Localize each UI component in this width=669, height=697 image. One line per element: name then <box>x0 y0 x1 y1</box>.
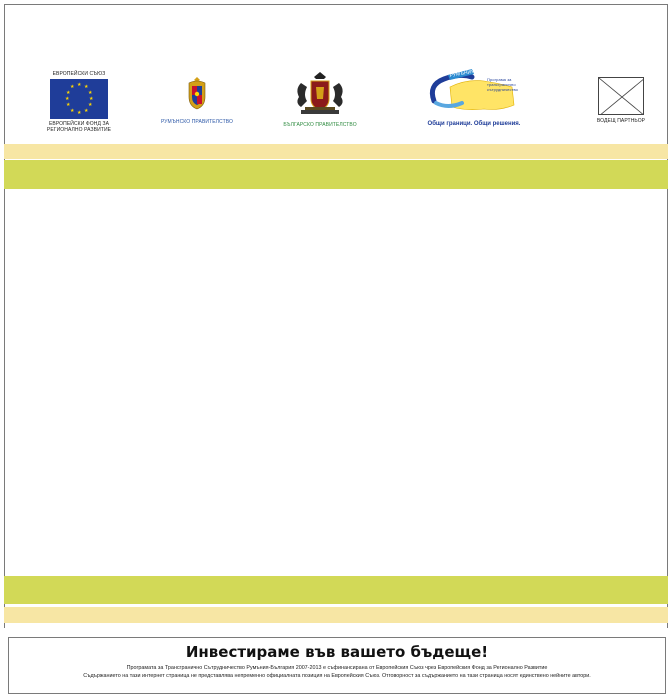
programme-caption: Общи граници. Общи решения. <box>427 121 521 127</box>
bottom-green-band <box>4 576 668 604</box>
programme-side-text: Програма за трансгранично сътрудничество <box>487 77 519 92</box>
bottom-cream-band <box>4 607 668 623</box>
top-green-band <box>4 160 668 189</box>
eu-caption-line-2: РЕГИОНАЛНО РАЗВИТИЕ <box>46 127 112 133</box>
eu-top-caption: ЕВРОПЕЙСКИ СЪЮЗ <box>52 71 106 77</box>
romanian-government-logo: РУМЪНСКО ПРАВИТЕЛСТВО <box>151 75 243 125</box>
bulgarian-government-logo: БЪЛГАРСКО ПРАВИТЕЛСТВО <box>267 71 373 128</box>
partner-logos-row: ЕВРОПЕЙСКИ СЪЮЗ ★ ★ ★ ★ ★ ★ ★ ★ ★ ★ ★ ★ … <box>5 63 669 140</box>
romania-coat-of-arms-icon <box>185 75 209 111</box>
romanian-government-caption: РУМЪНСКО ПРАВИТЕЛСТВО <box>160 119 234 125</box>
footer-slogan: Инвестираме във вашето бъдеще! <box>185 643 489 661</box>
lead-partner-logo: ВОДЕЩ ПАРТНЬОР <box>585 77 657 124</box>
bulgaria-coat-of-arms-icon <box>291 71 349 117</box>
footer-funding-note: Програмата за Трансгранично Сътрудничест… <box>126 665 548 671</box>
footer-panel: Инвестираме във вашето бъдеще! Програмат… <box>8 637 666 694</box>
lead-partner-caption: ВОДЕЩ ПАРТНЬОР <box>596 118 646 124</box>
bulgarian-government-caption: БЪЛГАРСКО ПРАВИТЕЛСТВО <box>283 122 357 128</box>
eu-flag-icon: ★ ★ ★ ★ ★ ★ ★ ★ ★ ★ ★ ★ <box>50 79 108 119</box>
footer-disclaimer: Съдържанието на тази интернет страница н… <box>83 673 591 679</box>
cross-border-map-icon: РУМЪНИЯ - БЪЛГАРИЯ <box>414 63 534 119</box>
header-panel: ЕВРОПЕЙСКИ СЪЮЗ ★ ★ ★ ★ ★ ★ ★ ★ ★ ★ ★ ★ … <box>4 4 668 628</box>
eu-logo: ЕВРОПЕЙСКИ СЪЮЗ ★ ★ ★ ★ ★ ★ ★ ★ ★ ★ ★ ★ … <box>43 71 115 133</box>
placeholder-cross-icon <box>598 77 644 115</box>
top-cream-band <box>4 144 668 159</box>
programme-logo: РУМЪНИЯ - БЪЛГАРИЯ Програма за трансгран… <box>409 63 539 127</box>
page-frame: ЕВРОПЕЙСКИ СЪЮЗ ★ ★ ★ ★ ★ ★ ★ ★ ★ ★ ★ ★ … <box>0 0 669 697</box>
